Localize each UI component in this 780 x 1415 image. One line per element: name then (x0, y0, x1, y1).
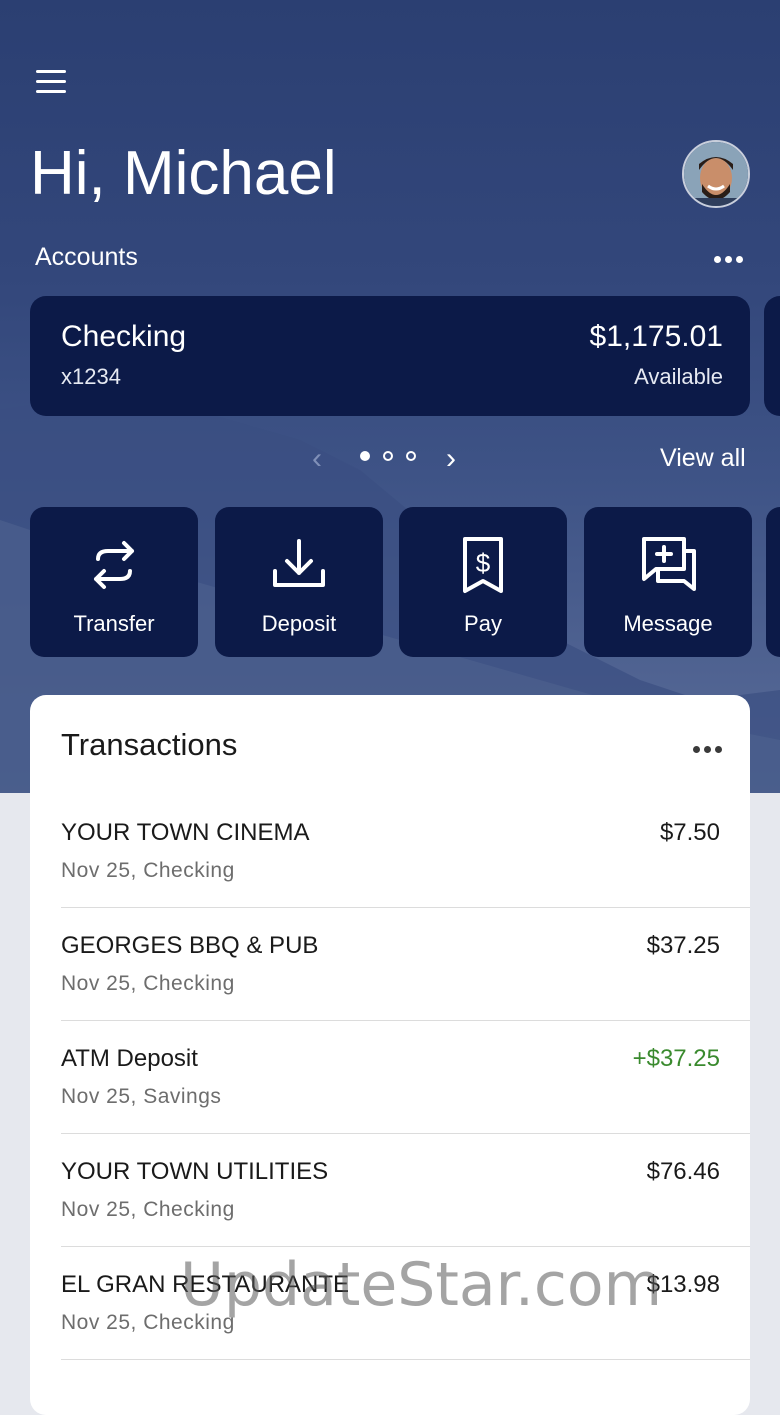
transaction-amount: $7.50 (659, 819, 720, 846)
view-all-link[interactable]: View all (660, 444, 746, 473)
deposit-button[interactable]: Deposit (215, 507, 383, 657)
account-name: Checking (61, 320, 187, 353)
transaction-row[interactable]: ATM Deposit Nov 25, Savings +$37.25 (61, 1021, 750, 1134)
greeting-title: Hi, Michael (30, 139, 337, 208)
pager-dot (406, 451, 416, 461)
bill-icon: $ (463, 537, 503, 593)
transfer-label: Transfer (73, 611, 155, 636)
next-account-card[interactable] (764, 296, 780, 416)
message-label: Message (623, 611, 713, 636)
transaction-merchant: ATM Deposit (61, 1045, 198, 1072)
transaction-meta: Nov 25, Checking (61, 972, 235, 995)
transaction-amount: $76.46 (646, 1158, 720, 1185)
svg-text:$: $ (476, 548, 491, 578)
transactions-card: Transactions YOUR TOWN CINEMA Nov 25, Ch… (30, 695, 750, 1415)
message-icon (642, 537, 696, 591)
transaction-meta: Nov 25, Savings (61, 1085, 222, 1108)
transaction-merchant: GEORGES BBQ & PUB (61, 932, 319, 959)
transactions-title: Transactions (61, 727, 238, 762)
transaction-amount: +$37.25 (632, 1045, 720, 1072)
hamburger-menu-icon[interactable] (36, 70, 70, 98)
transaction-row[interactable]: YOUR TOWN UTILITIES Nov 25, Checking $76… (61, 1134, 750, 1247)
transaction-row[interactable]: YOUR TOWN CINEMA Nov 25, Checking $7.50 (61, 795, 750, 908)
transaction-merchant: YOUR TOWN UTILITIES (61, 1158, 329, 1185)
account-card-checking[interactable]: Checking x1234 $1,175.01 Available (30, 296, 750, 416)
deposit-icon (273, 539, 325, 587)
accounts-more-icon[interactable] (714, 250, 750, 264)
chevron-left-icon[interactable]: ‹ (312, 442, 322, 476)
transaction-row[interactable]: EL GRAN RESTAURANTE Nov 25, Checking $13… (61, 1247, 750, 1360)
account-balance: $1,175.01 (589, 320, 723, 353)
transaction-amount: $13.98 (646, 1271, 720, 1298)
transactions-more-icon[interactable] (693, 740, 729, 754)
account-balance-label: Available (634, 364, 723, 389)
avatar-photo (684, 142, 748, 206)
pay-button[interactable]: $ Pay (399, 507, 567, 657)
transfer-button[interactable]: Transfer (30, 507, 198, 657)
next-action-button[interactable] (766, 507, 780, 657)
accounts-heading: Accounts (35, 243, 138, 271)
transfer-icon (94, 541, 134, 589)
pay-label: Pay (464, 611, 502, 636)
transaction-amount: $37.25 (646, 932, 720, 959)
message-button[interactable]: Message (584, 507, 752, 657)
transaction-meta: Nov 25, Checking (61, 1311, 235, 1334)
pager-dot (383, 451, 393, 461)
pager-dot (360, 451, 370, 461)
account-number: x1234 (61, 364, 121, 389)
transaction-merchant: EL GRAN RESTAURANTE (61, 1271, 350, 1298)
transaction-row[interactable]: GEORGES BBQ & PUB Nov 25, Checking $37.2… (61, 908, 750, 1021)
chevron-right-icon[interactable]: › (446, 442, 456, 476)
deposit-label: Deposit (261, 611, 337, 636)
transaction-meta: Nov 25, Checking (61, 859, 235, 882)
transaction-merchant: YOUR TOWN CINEMA (61, 819, 310, 846)
avatar[interactable] (682, 140, 750, 208)
transaction-meta: Nov 25, Checking (61, 1198, 235, 1221)
account-pager: ‹ › (310, 440, 470, 476)
